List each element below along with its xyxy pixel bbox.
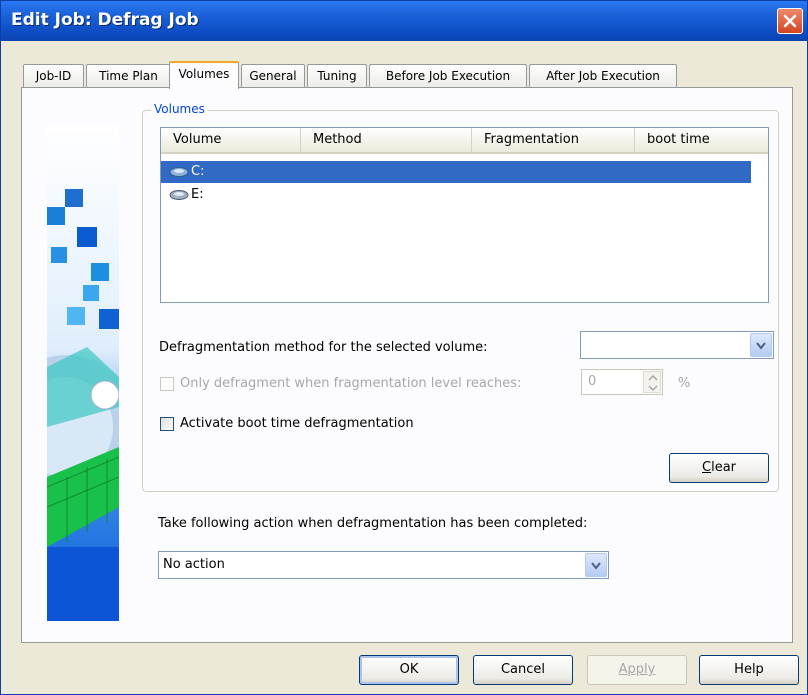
- method-label: Defragmentation method for the selected …: [159, 340, 488, 355]
- apply-button[interactable]: Apply: [587, 655, 687, 685]
- completion-action-dropdown-button[interactable]: [585, 553, 607, 577]
- method-dropdown-button[interactable]: [750, 333, 772, 357]
- volume-row-c[interactable]: C:: [161, 161, 751, 183]
- tab-tuning[interactable]: Tuning: [307, 64, 367, 88]
- threshold-checkbox[interactable]: [160, 377, 174, 391]
- volume-row-e[interactable]: E:: [161, 184, 751, 206]
- percent-unit: %: [678, 376, 691, 391]
- tab-label: General: [249, 69, 297, 83]
- drive-icon: [169, 167, 189, 177]
- boot-time-label: Activate boot time defragmentation: [180, 416, 414, 431]
- title-bar[interactable]: Edit Job: Defrag Job: [1, 1, 807, 41]
- dialog-window: Edit Job: Defrag Job Job-ID Time Plan Vo…: [0, 0, 808, 695]
- volume-label: E:: [191, 187, 204, 202]
- boot-time-checkbox[interactable]: [160, 417, 174, 431]
- volume-label: C:: [191, 164, 205, 179]
- column-header-method[interactable]: Method: [301, 128, 472, 152]
- spin-buttons[interactable]: [643, 371, 661, 393]
- chevron-down-icon: [591, 562, 601, 570]
- column-header-volume[interactable]: Volume: [161, 128, 301, 152]
- volumes-tab-panel: Volumes Volume Method Fragmentation boot…: [21, 87, 793, 643]
- threshold-value: 0: [588, 374, 597, 389]
- completion-action-dropdown[interactable]: No action: [158, 551, 609, 579]
- volumes-group-label: Volumes: [151, 102, 208, 116]
- volumes-list[interactable]: Volume Method Fragmentation boot time C:: [160, 127, 769, 303]
- cancel-button[interactable]: Cancel: [473, 655, 573, 685]
- column-header-boot-time[interactable]: boot time: [635, 128, 768, 152]
- threshold-label: Only defragment when fragmentation level…: [180, 376, 522, 391]
- tab-before-job-execution[interactable]: Before Job Execution: [369, 64, 527, 88]
- tab-after-job-execution[interactable]: After Job Execution: [529, 64, 677, 88]
- completion-action-label: Take following action when defragmentati…: [158, 516, 588, 531]
- arrow-up-icon: [648, 374, 658, 381]
- tab-label: Before Job Execution: [385, 69, 511, 83]
- tab-label: Volumes: [178, 67, 230, 81]
- window-title: Edit Job: Defrag Job: [11, 10, 199, 30]
- completion-action-value: No action: [163, 557, 225, 572]
- tab-volumes[interactable]: Volumes: [169, 61, 239, 89]
- clear-accel: C: [702, 460, 712, 475]
- tab-job-id[interactable]: Job-ID: [23, 64, 84, 88]
- tab-general[interactable]: General: [241, 64, 305, 88]
- clear-button[interactable]: Clear: [669, 453, 769, 483]
- tab-label: After Job Execution: [546, 69, 660, 83]
- close-button[interactable]: [777, 8, 803, 34]
- threshold-spinner[interactable]: 0: [581, 369, 663, 395]
- tab-time-plan[interactable]: Time Plan: [86, 64, 171, 88]
- ok-button[interactable]: OK: [359, 655, 459, 685]
- tab-label: Tuning: [317, 69, 357, 83]
- help-button[interactable]: Help: [699, 655, 799, 685]
- chevron-down-icon: [756, 342, 766, 350]
- drive-icon: [169, 190, 189, 200]
- tab-label: Time Plan: [99, 69, 158, 83]
- method-dropdown[interactable]: [580, 331, 774, 359]
- tab-label: Job-ID: [35, 69, 72, 83]
- apply-label: Apply: [618, 662, 656, 677]
- decorative-artwork: [47, 127, 119, 621]
- volumes-groupbox: Volumes Volume Method Fragmentation boot…: [142, 102, 779, 492]
- list-header: Volume Method Fragmentation boot time: [161, 128, 768, 154]
- arrow-down-icon: [648, 385, 658, 392]
- close-icon: [783, 14, 797, 28]
- column-header-fragmentation[interactable]: Fragmentation: [472, 128, 635, 152]
- clear-label: lear: [711, 460, 736, 475]
